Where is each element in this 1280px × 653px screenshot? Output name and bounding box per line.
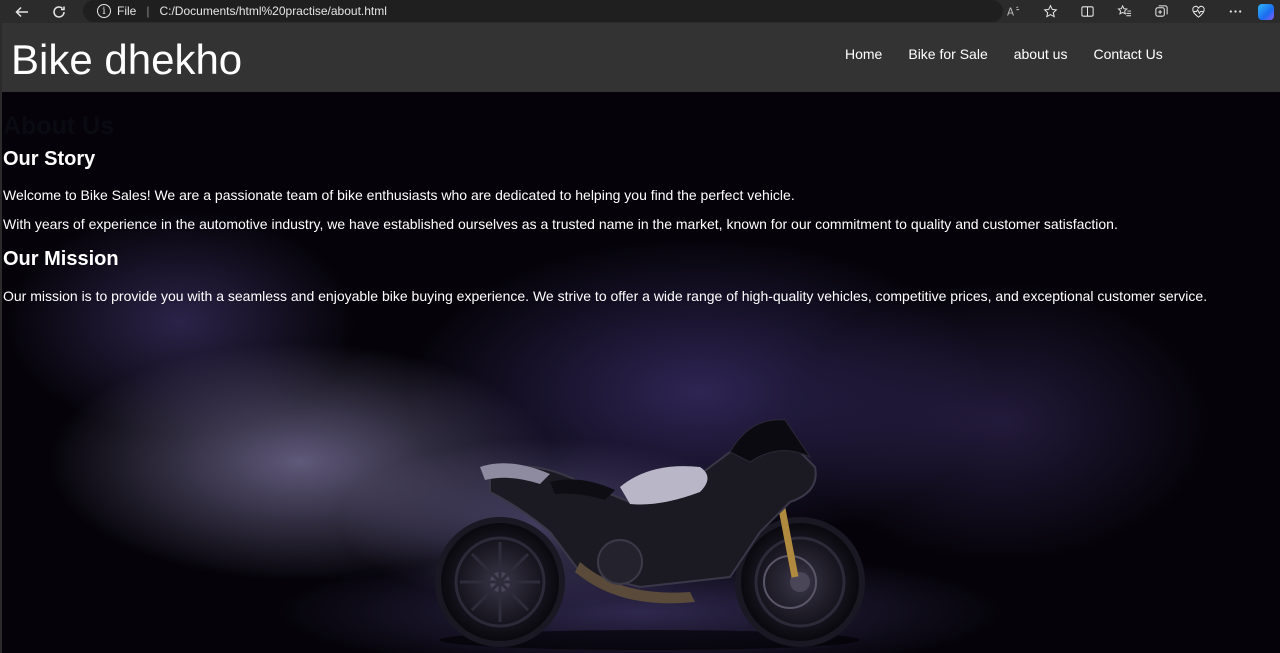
nav-contact-us-link[interactable]: Contact Us xyxy=(1080,46,1175,62)
more-icon[interactable] xyxy=(1217,0,1254,23)
file-label: File xyxy=(117,4,137,18)
page-title: About Us xyxy=(3,112,115,140)
svg-text:A: A xyxy=(1007,6,1014,18)
story-paragraph-1: Welcome to Bike Sales! We are a passiona… xyxy=(3,187,795,203)
page-left-border xyxy=(0,23,2,653)
nav-bike-for-sale-link[interactable]: Bike for Sale xyxy=(895,46,1000,62)
browser-essentials-icon[interactable] xyxy=(1180,0,1217,23)
collections-icon[interactable] xyxy=(1143,0,1180,23)
story-paragraph-2: With years of experience in the automoti… xyxy=(3,216,1118,232)
site-logo[interactable]: Bike dhekho xyxy=(11,36,242,84)
site-nav: Home Bike for Sale about us Contact Us xyxy=(832,46,1176,62)
nav-about-us-link[interactable]: about us xyxy=(1001,46,1081,62)
mission-paragraph: Our mission is to provide you with a sea… xyxy=(3,288,1208,304)
nav-home-link[interactable]: Home xyxy=(832,46,895,62)
our-mission-heading: Our Mission xyxy=(3,248,119,270)
browser-toolbar: i File | C:/Documents/html%20practise/ab… xyxy=(0,0,1280,23)
motorcycle-image xyxy=(435,419,865,650)
hero-background xyxy=(0,92,1280,653)
url-text: C:/Documents/html%20practise/about.html xyxy=(159,4,387,18)
refresh-icon[interactable] xyxy=(44,0,74,23)
site-header: Bike dhekho Home Bike for Sale about us … xyxy=(2,23,1280,92)
browser-actions: A xyxy=(995,0,1280,23)
favorite-star-icon[interactable] xyxy=(1032,0,1069,23)
back-icon[interactable] xyxy=(7,0,37,23)
copilot-icon[interactable] xyxy=(1254,0,1280,23)
info-icon[interactable]: i xyxy=(97,4,111,18)
read-aloud-icon[interactable]: A xyxy=(995,0,1032,23)
favorites-icon[interactable] xyxy=(1106,0,1143,23)
address-separator: | xyxy=(146,4,150,18)
web-page: Bike dhekho Home Bike for Sale about us … xyxy=(0,23,1280,653)
our-story-heading: Our Story xyxy=(3,148,96,170)
split-screen-icon[interactable] xyxy=(1069,0,1106,23)
address-bar[interactable]: i File | C:/Documents/html%20practise/ab… xyxy=(83,0,1003,22)
